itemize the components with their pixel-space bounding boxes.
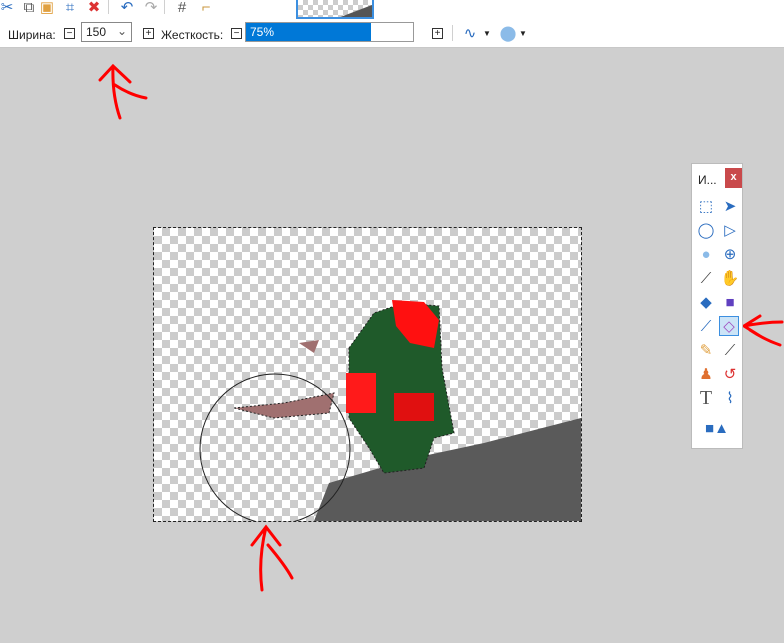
tools-window: И... x ⬚ ➤ ◯ ▷ ● ⊕ ⟋ ✋ ◆ ■ ⟋ ◇ ✎ ⟋ ♟ ↺ T…: [691, 163, 743, 449]
paint-bucket-icon[interactable]: ◆: [696, 292, 716, 312]
line-curve-icon[interactable]: ⌇: [720, 388, 740, 408]
color-picker-icon[interactable]: ⟋: [720, 340, 740, 360]
rectangle-select-icon[interactable]: ⬚: [696, 196, 716, 216]
pan-icon[interactable]: ✋: [720, 268, 740, 288]
move-selection-only-icon[interactable]: ▷: [720, 220, 740, 240]
move-selection-icon[interactable]: ➤: [720, 196, 740, 216]
clone-stamp-icon[interactable]: ♟: [696, 364, 716, 384]
gradient-icon[interactable]: ■: [720, 292, 740, 312]
zoom-icon[interactable]: ⊕: [720, 244, 740, 264]
ellipse-select-icon[interactable]: ●: [696, 244, 716, 264]
red-arrow: [741, 314, 784, 347]
close-button[interactable]: x: [725, 168, 742, 188]
pencil-icon[interactable]: ✎: [696, 340, 716, 360]
magic-wand-icon[interactable]: ⟋: [696, 268, 716, 288]
paintbrush-icon[interactable]: ⟋: [696, 316, 716, 336]
text-icon[interactable]: T: [696, 387, 716, 409]
red-arrow: [250, 524, 294, 592]
red-arrow: [98, 63, 148, 120]
recolor-icon[interactable]: ↺: [720, 364, 740, 384]
lasso-select-icon[interactable]: ◯: [696, 220, 716, 240]
shapes-icon[interactable]: ■▲: [702, 418, 732, 438]
tools-window-title: И...: [698, 173, 717, 187]
eraser-icon[interactable]: ◇: [719, 316, 739, 336]
annotation-arrows: [98, 63, 784, 592]
